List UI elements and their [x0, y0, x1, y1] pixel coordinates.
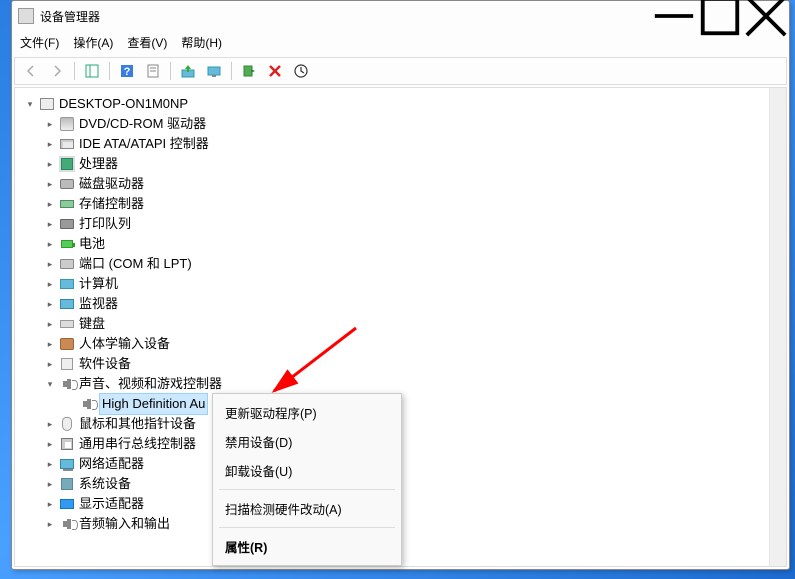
- category-cpu[interactable]: ▸处理器: [43, 154, 769, 174]
- scrollbar[interactable]: [769, 88, 786, 566]
- chevron-right-icon[interactable]: ▸: [43, 114, 57, 134]
- tree-root[interactable]: ▾ DESKTOP-ON1M0NP: [23, 94, 769, 114]
- ctx-uninstall-device[interactable]: 卸载设备(U): [213, 456, 401, 485]
- category-system[interactable]: ▸系统设备: [43, 474, 769, 494]
- close-button[interactable]: [743, 1, 789, 31]
- category-usb[interactable]: ▸通用串行总线控制器: [43, 434, 769, 454]
- chevron-down-icon[interactable]: ▾: [43, 374, 57, 394]
- category-memory[interactable]: ▸存储控制器: [43, 194, 769, 214]
- forward-button[interactable]: [45, 60, 69, 82]
- cpu-icon: [59, 156, 75, 172]
- context-menu: 更新驱动程序(P) 禁用设备(D) 卸载设备(U) 扫描检测硬件改动(A) 属性…: [212, 393, 402, 566]
- category-display[interactable]: ▸显示适配器: [43, 494, 769, 514]
- chevron-right-icon[interactable]: ▸: [43, 474, 57, 494]
- category-sound[interactable]: ▾声音、视频和游戏控制器: [43, 374, 769, 394]
- display-icon: [59, 496, 75, 512]
- device-hd-audio[interactable]: High Definition Au: [63, 394, 769, 414]
- computer-icon: [59, 276, 75, 292]
- category-port[interactable]: ▸端口 (COM 和 LPT): [43, 254, 769, 274]
- chevron-right-icon[interactable]: ▸: [43, 274, 57, 294]
- network-icon: [59, 456, 75, 472]
- device-manager-window: 设备管理器 文件(F) 操作(A) 查看(V) 帮助(H) ?: [11, 0, 790, 570]
- category-computer[interactable]: ▸计算机: [43, 274, 769, 294]
- chevron-right-icon[interactable]: ▸: [43, 134, 57, 154]
- category-hid[interactable]: ▸人体学输入设备: [43, 334, 769, 354]
- chevron-right-icon[interactable]: ▸: [43, 334, 57, 354]
- storage-icon: [59, 196, 75, 212]
- menubar: 文件(F) 操作(A) 查看(V) 帮助(H): [12, 31, 789, 53]
- chevron-right-icon[interactable]: ▸: [43, 254, 57, 274]
- update-driver-button[interactable]: [176, 60, 200, 82]
- category-printer[interactable]: ▸打印队列: [43, 214, 769, 234]
- category-software[interactable]: ▸软件设备: [43, 354, 769, 374]
- ctx-scan-hardware[interactable]: 扫描检测硬件改动(A): [213, 494, 401, 523]
- maximize-button[interactable]: [697, 1, 743, 31]
- svg-text:?: ?: [124, 66, 131, 78]
- back-button[interactable]: [19, 60, 43, 82]
- ctx-update-driver[interactable]: 更新驱动程序(P): [213, 398, 401, 427]
- chevron-right-icon[interactable]: ▸: [43, 354, 57, 374]
- chevron-right-icon[interactable]: ▸: [43, 454, 57, 474]
- disk-icon: [59, 176, 75, 192]
- battery-icon: [59, 236, 75, 252]
- chevron-right-icon[interactable]: ▸: [43, 194, 57, 214]
- chevron-right-icon[interactable]: ▸: [43, 434, 57, 454]
- chevron-right-icon[interactable]: ▸: [43, 174, 57, 194]
- divider: [219, 489, 395, 490]
- chevron-right-icon[interactable]: ▸: [43, 234, 57, 254]
- system-icon: [59, 476, 75, 492]
- chevron-right-icon[interactable]: ▸: [43, 414, 57, 434]
- category-keyboard[interactable]: ▸键盘: [43, 314, 769, 334]
- software-icon: [59, 356, 75, 372]
- menu-file[interactable]: 文件(F): [20, 34, 59, 51]
- chevron-right-icon[interactable]: ▸: [43, 494, 57, 514]
- enable-device-button[interactable]: [237, 60, 261, 82]
- category-monitor[interactable]: ▸监视器: [43, 294, 769, 314]
- ctx-properties[interactable]: 属性(R): [213, 532, 401, 561]
- disable-device-button[interactable]: [289, 60, 313, 82]
- category-battery[interactable]: ▸电池: [43, 234, 769, 254]
- chevron-right-icon[interactable]: ▸: [43, 214, 57, 234]
- hid-icon: [59, 336, 75, 352]
- usb-icon: [59, 436, 75, 452]
- scan-hardware-button[interactable]: [202, 60, 226, 82]
- toolbar: ?: [14, 57, 787, 85]
- monitor-icon: [59, 296, 75, 312]
- category-disk[interactable]: ▸磁盘驱动器: [43, 174, 769, 194]
- root-label: DESKTOP-ON1M0NP: [59, 94, 188, 114]
- category-network[interactable]: ▸网络适配器: [43, 454, 769, 474]
- sound-icon: [59, 376, 75, 392]
- menu-action[interactable]: 操作(A): [73, 34, 113, 51]
- category-dvd[interactable]: ▸DVD/CD-ROM 驱动器: [43, 114, 769, 134]
- show-hide-tree-button[interactable]: [80, 60, 104, 82]
- menu-view[interactable]: 查看(V): [127, 34, 167, 51]
- chevron-right-icon[interactable]: ▸: [43, 514, 57, 534]
- uninstall-device-button[interactable]: [263, 60, 287, 82]
- category-mouse[interactable]: ▸鼠标和其他指针设备: [43, 414, 769, 434]
- category-audio-io[interactable]: ▸音频输入和输出: [43, 514, 769, 534]
- device-manager-icon: [18, 8, 34, 24]
- ctx-disable-device[interactable]: 禁用设备(D): [213, 427, 401, 456]
- menu-help[interactable]: 帮助(H): [181, 34, 222, 51]
- mouse-icon: [59, 416, 75, 432]
- chevron-right-icon[interactable]: ▸: [43, 154, 57, 174]
- ide-icon: [59, 136, 75, 152]
- port-icon: [59, 256, 75, 272]
- chevron-right-icon[interactable]: ▸: [43, 314, 57, 334]
- titlebar: 设备管理器: [12, 1, 789, 31]
- sound-device-icon: [79, 396, 95, 412]
- computer-root-icon: [39, 96, 55, 112]
- help-button[interactable]: ?: [115, 60, 139, 82]
- audio-io-icon: [59, 516, 75, 532]
- chevron-right-icon[interactable]: ▸: [43, 294, 57, 314]
- minimize-button[interactable]: [651, 1, 697, 31]
- chevron-down-icon[interactable]: ▾: [23, 94, 37, 114]
- printer-icon: [59, 216, 75, 232]
- divider: [219, 527, 395, 528]
- properties-button[interactable]: [141, 60, 165, 82]
- category-ide[interactable]: ▸IDE ATA/ATAPI 控制器: [43, 134, 769, 154]
- window-title: 设备管理器: [40, 8, 651, 25]
- dvd-icon: [59, 116, 75, 132]
- keyboard-icon: [59, 316, 75, 332]
